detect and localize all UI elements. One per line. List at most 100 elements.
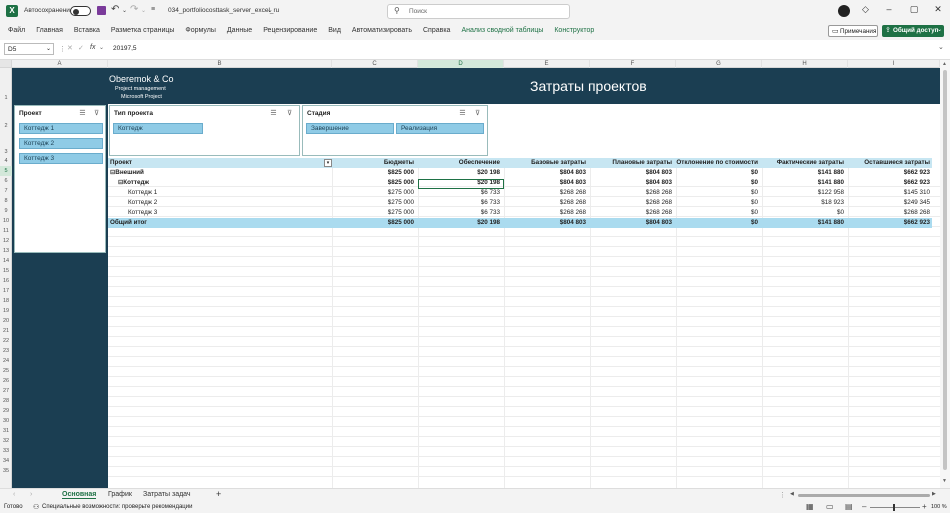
row-header-10[interactable]: 10 <box>0 216 12 226</box>
pivot-cell[interactable]: $804 803 <box>560 168 586 178</box>
row-header-21[interactable]: 21 <box>0 326 12 336</box>
pivot-cell[interactable]: $804 803 <box>646 168 672 178</box>
clear-filter-icon[interactable]: ⊽ <box>92 109 101 118</box>
pivot-cell[interactable]: $825 000 <box>388 218 414 228</box>
pivot-cell[interactable]: $662 923 <box>904 218 930 228</box>
select-all-corner[interactable] <box>0 60 12 68</box>
row-header-13[interactable]: 13 <box>0 246 12 256</box>
formula-input[interactable]: 20197,5 <box>113 45 137 52</box>
row-header-29[interactable]: 29 <box>0 406 12 416</box>
search-box[interactable]: ⚲ Поиск <box>387 4 570 19</box>
tab-main[interactable]: Основная <box>62 491 97 499</box>
slicer-item-completion[interactable]: Завершение <box>306 123 394 134</box>
pivot-cell[interactable]: $268 268 <box>646 198 672 208</box>
accessibility-status[interactable]: Специальные возможности: проверьте реком… <box>42 504 192 510</box>
pivot-cell[interactable]: $0 <box>751 178 758 188</box>
pivot-cell[interactable]: $6 733 <box>481 198 500 208</box>
cancel-formula-icon[interactable]: ✕ <box>67 44 73 52</box>
pivot-cell[interactable]: $275 000 <box>388 208 414 218</box>
undo-dropdown-icon[interactable]: ⌄ <box>122 7 127 14</box>
column-header-G[interactable]: G <box>676 60 762 68</box>
pivot-cell[interactable]: $0 <box>751 218 758 228</box>
row-header-32[interactable]: 32 <box>0 436 12 446</box>
slicer-item-cottage[interactable]: Коттедж <box>113 123 203 134</box>
row-header-23[interactable]: 23 <box>0 346 12 356</box>
share-button[interactable]: ⇪ Общий доступ ⌄ <box>882 25 944 37</box>
scroll-left-icon[interactable]: ◀ <box>790 491 794 497</box>
menu-7[interactable]: Вид <box>328 27 341 34</box>
menu-6[interactable]: Рецензирование <box>263 27 317 34</box>
pivot-cell[interactable]: $804 803 <box>646 218 672 228</box>
pivot-cell[interactable]: $804 803 <box>646 178 672 188</box>
redo-dropdown-icon[interactable]: ⌄ <box>141 7 146 14</box>
menu-4[interactable]: Формулы <box>185 27 215 34</box>
slicer-item-cottage-3[interactable]: Коттедж 3 <box>19 153 103 164</box>
multi-select-icon[interactable]: ☰ <box>78 109 87 118</box>
pivot-cell[interactable]: $0 <box>751 208 758 218</box>
accessibility-icon[interactable]: ⚇ <box>33 503 39 511</box>
multi-select-icon[interactable]: ☰ <box>458 109 467 118</box>
filter-dropdown-icon[interactable]: ▾ <box>324 159 332 167</box>
pivot-cell[interactable]: $141 880 <box>818 178 844 188</box>
column-header-E[interactable]: E <box>504 60 590 68</box>
slicer-project[interactable]: Проект ☰ ⊽ Коттедж 1 Коттедж 2 Коттедж 3 <box>14 105 106 253</box>
pivot-cell[interactable]: $141 880 <box>818 168 844 178</box>
pivot-cell[interactable]: $0 <box>837 208 844 218</box>
row-header-30[interactable]: 30 <box>0 416 12 426</box>
pivot-cell[interactable]: $268 268 <box>904 208 930 218</box>
autosave-toggle[interactable] <box>70 6 91 16</box>
row-header-33[interactable]: 33 <box>0 446 12 456</box>
pivot-cell[interactable]: $122 958 <box>818 188 844 198</box>
row-header-24[interactable]: 24 <box>0 356 12 366</box>
row-header-31[interactable]: 31 <box>0 426 12 436</box>
slicer-project-type[interactable]: Тип проекта ☰ ⊽ Коттедж <box>109 105 300 156</box>
menu-0[interactable]: Файл <box>8 27 25 34</box>
pivot-cell[interactable]: $804 803 <box>560 178 586 188</box>
row-header-19[interactable]: 19 <box>0 306 12 316</box>
menu-3[interactable]: Разметка страницы <box>111 27 175 34</box>
menu-5[interactable]: Данные <box>227 27 252 34</box>
row-header-18[interactable]: 18 <box>0 296 12 306</box>
column-header-H[interactable]: H <box>762 60 848 68</box>
pivot-cell[interactable]: $825 000 <box>388 178 414 188</box>
zoom-out-icon[interactable]: – <box>862 502 866 511</box>
normal-view-icon[interactable]: ▦ <box>806 502 814 511</box>
pivot-cell[interactable]: $268 268 <box>646 208 672 218</box>
diamond-icon[interactable]: ◇ <box>862 4 869 15</box>
pivot-cell[interactable]: $804 803 <box>560 218 586 228</box>
pivot-cell[interactable]: $0 <box>751 188 758 198</box>
column-header-F[interactable]: F <box>590 60 676 68</box>
slicer-item-implementation[interactable]: Реализация <box>396 123 484 134</box>
row-header-11[interactable]: 11 <box>0 226 12 236</box>
pivot-cell[interactable]: $0 <box>751 198 758 208</box>
pivot-cell[interactable]: $268 268 <box>560 188 586 198</box>
pivot-cell[interactable]: $141 880 <box>818 218 844 228</box>
row-header-12[interactable]: 12 <box>0 236 12 246</box>
pivot-cell[interactable]: $268 268 <box>560 198 586 208</box>
filename-chevron-icon[interactable]: ⌄ <box>267 6 273 14</box>
pivot-cell[interactable]: $662 923 <box>904 168 930 178</box>
row-header-35[interactable]: 35 <box>0 466 12 476</box>
menu-2[interactable]: Вставка <box>74 27 100 34</box>
prev-sheet-icon[interactable]: ‹ <box>13 491 15 498</box>
vertical-scrollbar[interactable]: ▲ ▼ <box>940 60 950 488</box>
undo-icon[interactable]: ↶ <box>111 4 119 15</box>
column-header-B[interactable]: B <box>108 60 332 68</box>
menu-11[interactable]: Конструктор <box>554 27 594 34</box>
row-header-28[interactable]: 28 <box>0 396 12 406</box>
row-header-5[interactable]: 5 <box>0 166 12 176</box>
comments-button[interactable]: ▭ Примечания <box>828 25 878 37</box>
row-header-4[interactable]: 4 <box>0 156 12 166</box>
pivot-cell[interactable]: $275 000 <box>388 188 414 198</box>
zoom-in-icon[interactable]: + <box>922 502 927 511</box>
slicer-item-cottage-1[interactable]: Коттедж 1 <box>19 123 103 134</box>
scroll-down-icon[interactable]: ▼ <box>942 478 947 484</box>
page-break-icon[interactable]: ▤ <box>845 502 853 511</box>
menu-10[interactable]: Анализ сводной таблицы <box>461 27 543 34</box>
pivot-cell[interactable]: $145 310 <box>904 188 930 198</box>
column-header-C[interactable]: C <box>332 60 418 68</box>
row-header-34[interactable]: 34 <box>0 456 12 466</box>
zoom-slider[interactable] <box>870 504 920 511</box>
multi-select-icon[interactable]: ☰ <box>269 109 278 118</box>
pivot-cell[interactable]: $18 923 <box>821 198 844 208</box>
